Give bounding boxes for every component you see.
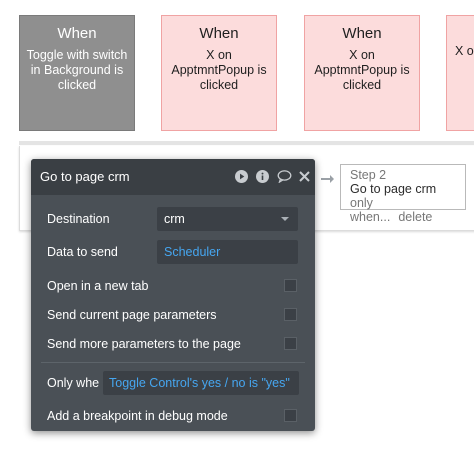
info-icon[interactable] (256, 170, 269, 183)
editor-title: Go to page crm (40, 169, 130, 184)
only-when-condition-field[interactable]: Toggle Control's yes / no is "yes" (103, 371, 299, 395)
step-number: Step 2 (350, 168, 387, 182)
send-current-params-checkbox[interactable] (284, 308, 297, 321)
event-card-x-popup-1[interactable]: When X on ApptmntPopup is clicked (161, 15, 277, 131)
destination-dropdown[interactable]: crm (157, 207, 298, 231)
step-delete-link[interactable]: delete (398, 210, 432, 224)
destination-value: crm (164, 212, 185, 226)
event-when-label: When (57, 25, 97, 42)
event-when-label: When (342, 25, 382, 42)
play-icon[interactable] (235, 170, 248, 183)
new-tab-label: Open in a new tab (47, 279, 149, 293)
event-card-toggle-switch[interactable]: When Toggle with switch in Background is… (19, 15, 135, 131)
workflow-divider (19, 141, 474, 145)
breakpoint-checkbox[interactable] (284, 409, 297, 422)
comment-icon[interactable] (277, 170, 292, 183)
editor-divider (41, 362, 305, 363)
property-editor-panel: Go to page crm Destination crm Data to s… (31, 159, 315, 431)
close-icon[interactable] (299, 170, 310, 183)
breakpoint-label: Add a breakpoint in debug mode (47, 409, 228, 423)
event-card-x-popup-2[interactable]: When X on ApptmntPopup is clicked (304, 15, 420, 131)
only-when-label: Only whe (47, 376, 100, 390)
step-2-card[interactable]: Step 2 Go to page crm only when... delete (340, 164, 466, 224)
chevron-down-icon (281, 217, 289, 221)
event-when-label: When (199, 25, 239, 42)
event-description: Toggle with switch in Background is clic… (26, 48, 128, 92)
destination-label: Destination (47, 212, 110, 226)
event-card-partial[interactable]: X o (446, 15, 474, 131)
editor-header[interactable]: Go to page crm (31, 159, 315, 195)
event-description: X o (455, 44, 474, 58)
event-description: X on ApptmntPopup is clicked (171, 48, 267, 92)
data-to-send-label: Data to send (47, 245, 118, 259)
send-more-params-label: Send more parameters to the page (47, 337, 241, 351)
event-description: X on ApptmntPopup is clicked (314, 48, 410, 92)
data-to-send-field[interactable]: Scheduler (157, 240, 298, 264)
send-current-params-label: Send current page parameters (47, 308, 217, 322)
arrow-right-icon (321, 172, 334, 190)
new-tab-checkbox[interactable] (284, 279, 297, 292)
step-action-label: Go to page crm (350, 182, 437, 196)
step-condition-link[interactable]: only when... (350, 196, 390, 224)
send-more-params-checkbox[interactable] (284, 337, 297, 350)
